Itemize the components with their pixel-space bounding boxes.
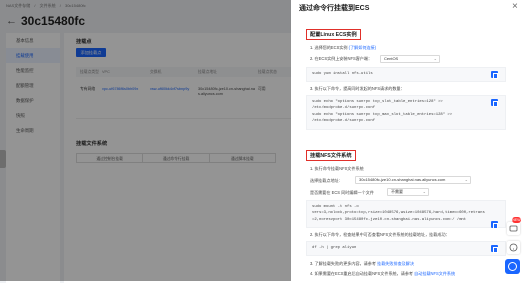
message-icon[interactable] <box>507 222 520 235</box>
mount-command-block: sudo mount -t nfs -o vers=3,nolock,proto… <box>306 200 506 228</box>
chevron-down-icon: ⌄ <box>433 56 437 61</box>
help-icon[interactable] <box>507 241 520 254</box>
field-label: 是否需要在 ECS 同时编辑一个文件 <box>310 190 374 195</box>
connect-help-link[interactable]: (了解如何连接) <box>349 45 376 50</box>
step-text: 3. 执行以下命令，提高同时发起的NFS请求的数量： <box>310 86 405 91</box>
linux-config-heading: 配置Linux ECS实例 <box>306 29 361 40</box>
nfs-mount-heading: 挂载NFS文件系统 <box>306 150 356 161</box>
step-text: 4. 如果需要在ECS重启后自动挂载NFS文件系统，请参考 自动挂载NFS文件系… <box>310 271 456 276</box>
step-text: 1. 执行命令挂载NFS文件系统 <box>310 166 364 171</box>
step-text: 1. 选择您的ECS实例 (了解如何连接) <box>310 45 376 50</box>
chevron-down-icon: ⌄ <box>422 189 426 194</box>
edit-file-select[interactable]: 不需要 ⌄ <box>387 188 429 196</box>
chat-icon[interactable] <box>505 259 520 274</box>
copy-icon[interactable] <box>491 71 498 79</box>
install-command-block: sudo yum install nfs-utils <box>306 67 506 82</box>
troubleshoot-link[interactable]: 挂载失败排查及解决 <box>377 261 414 266</box>
sysctl-command-block: sudo echo "options sunrpc tcp_slot_table… <box>306 95 506 130</box>
copy-icon[interactable] <box>491 221 498 229</box>
chevron-down-icon: ⌄ <box>464 177 468 182</box>
field-label: 选择挂载点地址: <box>310 178 340 183</box>
mount-drawer: 通过命令行挂载到ECS × 配置Linux ECS实例 1. 选择您的ECS实例… <box>291 0 528 281</box>
drawer-title: 通过命令行挂载到ECS <box>299 5 370 12</box>
step-text: 2. 在ECS实例上安装NFS客户端： <box>310 56 373 61</box>
close-icon[interactable]: × <box>512 1 518 12</box>
copy-icon[interactable] <box>491 245 498 253</box>
mount-address-select[interactable]: 30c15480fc-jze10.cn-shanghai.nas.aliyunc… <box>355 176 471 184</box>
auto-mount-link[interactable]: 自动挂载NFS文件系统 <box>414 271 455 276</box>
step-text: 3. 了解挂载失败的更多内容，请参考 挂载失败排查及解决 <box>310 261 414 266</box>
new-badge: NEW <box>512 217 521 223</box>
copy-icon[interactable] <box>491 99 498 107</box>
check-command-block: df -h | grep aliyun <box>306 241 506 256</box>
step-text: 2. 执行以下命令，检查结果中可否查看NFS文件系统的挂载地址，挂载成功： <box>310 232 450 237</box>
os-select[interactable]: CentOS ⌄ <box>380 55 440 63</box>
